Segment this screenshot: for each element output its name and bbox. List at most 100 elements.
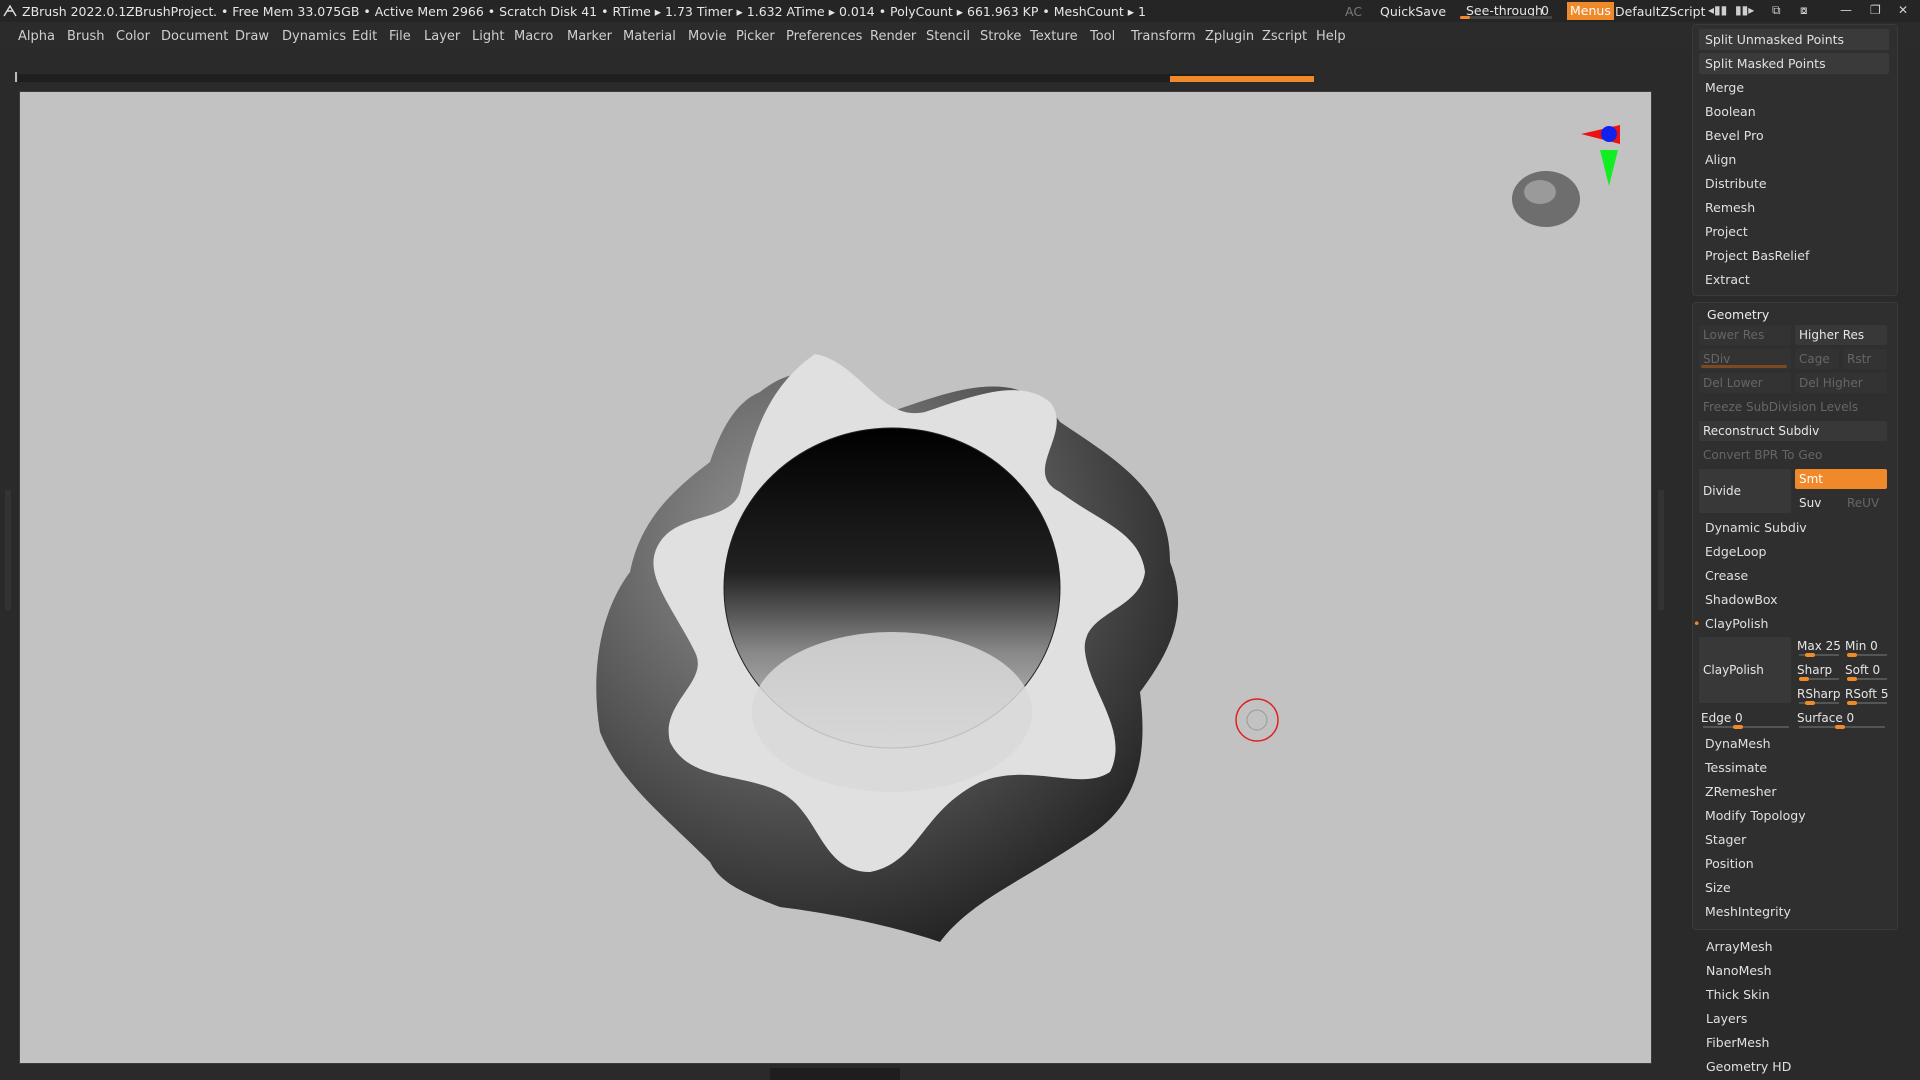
- suv-toggle[interactable]: Suv: [1795, 493, 1839, 513]
- see-through-thumb[interactable]: [1460, 16, 1470, 19]
- sdiv-label: SDiv: [1703, 352, 1731, 366]
- subtool-action-merge[interactable]: Merge: [1699, 77, 1889, 98]
- subtool-action-boolean[interactable]: Boolean: [1699, 101, 1889, 122]
- rsharp-slider[interactable]: RSharp: [1797, 685, 1841, 705]
- subtool-action-split-masked-points[interactable]: Split Masked Points: [1699, 53, 1889, 74]
- geometry-subpanel-position[interactable]: Position: [1699, 853, 1889, 874]
- menu-marker[interactable]: Marker: [567, 29, 612, 44]
- convert-bpr-button[interactable]: Convert BPR To Geo: [1699, 445, 1887, 465]
- max-slider[interactable]: Max 25: [1797, 637, 1841, 657]
- menu-tool[interactable]: Tool: [1090, 29, 1115, 44]
- menu-preferences[interactable]: Preferences: [786, 29, 862, 44]
- see-through-slider[interactable]: See-through 0: [1460, 2, 1552, 20]
- geometry-subpanel-zremesher[interactable]: ZRemesher: [1699, 781, 1889, 802]
- script-name[interactable]: DefaultZScript: [1615, 4, 1706, 19]
- menu-macro[interactable]: Macro: [514, 29, 553, 44]
- menu-file[interactable]: File: [389, 29, 411, 44]
- right-tray-toggle[interactable]: [1658, 490, 1664, 610]
- menu-help[interactable]: Help: [1316, 29, 1346, 44]
- menu-render[interactable]: Render: [870, 29, 916, 44]
- reconstruct-subdiv-button[interactable]: Reconstruct Subdiv: [1699, 421, 1887, 441]
- subtool-action-project[interactable]: Project: [1699, 221, 1889, 242]
- lower-res-button[interactable]: Lower Res: [1699, 325, 1791, 345]
- min-slider[interactable]: Min 0: [1845, 637, 1889, 657]
- menu-draw[interactable]: Draw: [235, 29, 269, 44]
- window-layout-icon[interactable]: ⧇: [1800, 3, 1808, 19]
- geometry-subpanel-tessimate[interactable]: Tessimate: [1699, 757, 1889, 778]
- geometry-title[interactable]: Geometry: [1707, 307, 1769, 322]
- menu-stroke[interactable]: Stroke: [980, 29, 1021, 44]
- navigation-gizmo[interactable]: [1512, 125, 1620, 227]
- dynamic-subdiv-subpanel[interactable]: Dynamic Subdiv: [1699, 517, 1889, 538]
- layout-left-icon[interactable]: ◂▮▮: [1708, 3, 1727, 19]
- smt-toggle[interactable]: Smt: [1795, 469, 1887, 489]
- menu-texture[interactable]: Texture: [1030, 29, 1078, 44]
- tool-subpanel-fibermesh[interactable]: FiberMesh: [1706, 1032, 1896, 1053]
- menu-movie[interactable]: Movie: [688, 29, 726, 44]
- menus-toggle[interactable]: Menus: [1567, 2, 1614, 20]
- tool-subpanel-arraymesh[interactable]: ArrayMesh: [1706, 936, 1896, 957]
- subtool-action-distribute[interactable]: Distribute: [1699, 173, 1889, 194]
- crease-subpanel[interactable]: Crease: [1699, 565, 1889, 586]
- layout-right-icon[interactable]: ▮▮▸: [1735, 3, 1754, 19]
- menu-document[interactable]: Document: [161, 29, 228, 44]
- close-icon[interactable]: ✕: [1898, 3, 1908, 19]
- left-tray-toggle[interactable]: [5, 490, 11, 610]
- bottom-tray-toggle[interactable]: [770, 1068, 900, 1080]
- sharp-slider[interactable]: Sharp: [1797, 661, 1841, 681]
- geometry-subpanel-meshintegrity[interactable]: MeshIntegrity: [1699, 901, 1889, 922]
- shadowbox-subpanel[interactable]: ShadowBox: [1699, 589, 1889, 610]
- tool-subpanel-thick-skin[interactable]: Thick Skin: [1706, 984, 1896, 1005]
- minimize-icon[interactable]: —: [1840, 3, 1852, 19]
- menu-color[interactable]: Color: [116, 29, 150, 44]
- document-canvas[interactable]: [19, 91, 1652, 1064]
- subtool-action-extract[interactable]: Extract: [1699, 269, 1889, 290]
- del-lower-button[interactable]: Del Lower: [1699, 373, 1791, 393]
- menu-material[interactable]: Material: [623, 29, 676, 44]
- sdiv-slider[interactable]: SDiv: [1699, 349, 1791, 369]
- higher-res-button[interactable]: Higher Res: [1795, 325, 1887, 345]
- claypolish-subpanel[interactable]: • ClayPolish: [1693, 613, 1889, 634]
- quicksave-button[interactable]: QuickSave: [1380, 4, 1446, 19]
- menu-stencil[interactable]: Stencil: [926, 29, 970, 44]
- claypolish-button[interactable]: ClayPolish: [1699, 637, 1791, 703]
- geometry-subpanel-size[interactable]: Size: [1699, 877, 1889, 898]
- subtool-action-project-basrelief[interactable]: Project BasRelief: [1699, 245, 1889, 266]
- geometry-subpanel-modify-topology[interactable]: Modify Topology: [1699, 805, 1889, 826]
- subtool-action-remesh[interactable]: Remesh: [1699, 197, 1889, 218]
- menu-alpha[interactable]: Alpha: [18, 29, 55, 44]
- edgeloop-subpanel[interactable]: EdgeLoop: [1699, 541, 1889, 562]
- project-name: ZBrushProject: [126, 4, 214, 19]
- menu-edit[interactable]: Edit: [352, 29, 377, 44]
- menu-brush[interactable]: Brush: [67, 29, 105, 44]
- viewport-render[interactable]: [20, 92, 1651, 1063]
- subtool-action-align[interactable]: Align: [1699, 149, 1889, 170]
- tool-subpanel-nanomesh[interactable]: NanoMesh: [1706, 960, 1896, 981]
- menu-light[interactable]: Light: [472, 29, 504, 44]
- menu-zplugin[interactable]: Zplugin: [1205, 29, 1254, 44]
- geometry-subpanel-stager[interactable]: Stager: [1699, 829, 1889, 850]
- edge-slider[interactable]: Edge 0: [1701, 709, 1791, 729]
- cage-button[interactable]: Cage: [1795, 349, 1839, 369]
- reuv-toggle[interactable]: ReUV: [1843, 493, 1887, 513]
- tool-subpanel-geometry-hd[interactable]: Geometry HD: [1706, 1056, 1896, 1077]
- menu-layer[interactable]: Layer: [424, 29, 460, 44]
- menu-transform[interactable]: Transform: [1131, 29, 1196, 44]
- rsoft-slider[interactable]: RSoft 5: [1845, 685, 1889, 705]
- restore-icon[interactable]: ❐: [1870, 3, 1881, 19]
- menu-zscript[interactable]: Zscript: [1262, 29, 1307, 44]
- menu-picker[interactable]: Picker: [736, 29, 775, 44]
- del-higher-button[interactable]: Del Higher: [1795, 373, 1887, 393]
- freeze-subdiv-button[interactable]: Freeze SubDivision Levels: [1699, 397, 1887, 417]
- divide-button[interactable]: Divide: [1699, 469, 1791, 513]
- geometry-subpanel-dynamesh[interactable]: DynaMesh: [1699, 733, 1889, 754]
- subtool-action-split-unmasked-points[interactable]: Split Unmasked Points: [1699, 29, 1889, 50]
- zbrush-logo-icon: [3, 4, 17, 17]
- surface-slider[interactable]: Surface 0: [1797, 709, 1887, 729]
- menu-dynamics[interactable]: Dynamics: [282, 29, 346, 44]
- tool-subpanel-layers[interactable]: Layers: [1706, 1008, 1896, 1029]
- soft-slider[interactable]: Soft 0: [1845, 661, 1889, 681]
- ui-layout-icon[interactable]: ⧉: [1772, 3, 1781, 19]
- rstr-button[interactable]: Rstr: [1843, 349, 1887, 369]
- subtool-action-bevel-pro[interactable]: Bevel Pro: [1699, 125, 1889, 146]
